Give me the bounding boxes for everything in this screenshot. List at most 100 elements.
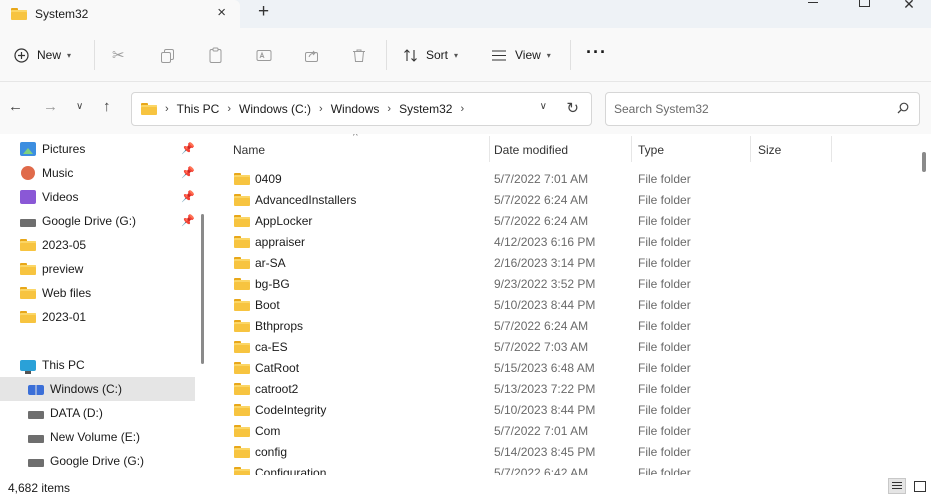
sidebar-item-windows-c[interactable]: Windows (C:) bbox=[0, 377, 195, 401]
maximize-button[interactable] bbox=[840, 0, 886, 10]
back-button[interactable]: ← bbox=[8, 97, 23, 117]
chevron-right-icon[interactable]: › bbox=[227, 103, 231, 115]
table-row[interactable]: CodeIntegrity 5/10/2023 8:44 PM File folde… bbox=[214, 399, 914, 420]
sort-button[interactable]: Sort ▾ bbox=[403, 28, 458, 82]
recent-locations-button[interactable]: ∨ bbox=[76, 97, 83, 117]
search-input[interactable] bbox=[614, 93, 884, 125]
type-cell: File folder bbox=[638, 297, 691, 312]
folder-icon bbox=[141, 103, 157, 115]
type-cell: File folder bbox=[638, 402, 691, 417]
chevron-right-icon[interactable]: › bbox=[165, 103, 169, 115]
status-bar: 4,682 items bbox=[0, 475, 931, 497]
pin-icon[interactable]: 📌 bbox=[181, 166, 195, 179]
column-divider[interactable] bbox=[750, 136, 751, 162]
column-divider[interactable] bbox=[831, 136, 832, 162]
search-icon[interactable] bbox=[897, 102, 909, 114]
breadcrumb-system32[interactable]: System32 bbox=[399, 102, 452, 116]
column-header-date-modified[interactable]: Date modified bbox=[494, 134, 629, 166]
sidebar-scrollbar[interactable] bbox=[201, 214, 204, 364]
sidebar-item-new-volume-e[interactable]: New Volume (E:) bbox=[0, 425, 195, 449]
up-button[interactable]: ↑ bbox=[103, 97, 111, 117]
file-name-cell: Boot bbox=[234, 294, 280, 315]
forward-button[interactable]: → bbox=[43, 97, 58, 117]
date-modified-cell: 5/10/2023 8:44 PM bbox=[494, 402, 596, 417]
rename-icon bbox=[256, 49, 272, 61]
table-row[interactable]: Com 5/7/2022 7:01 AM File folder bbox=[214, 420, 914, 441]
table-row[interactable]: CatRoot 5/15/2023 6:48 AM File folder bbox=[214, 357, 914, 378]
pin-icon[interactable]: 📌 bbox=[181, 190, 195, 203]
sidebar-item-google-drive[interactable]: Google Drive (G:) 📌 bbox=[0, 209, 195, 233]
new-tab-button[interactable]: + bbox=[258, 2, 269, 22]
breadcrumb-windows-c[interactable]: Windows (C:) bbox=[239, 102, 311, 116]
table-row[interactable]: appraiser 4/12/2023 6:16 PM File folder bbox=[214, 231, 914, 252]
column-header-size[interactable]: Size bbox=[758, 134, 828, 166]
table-row[interactable]: bg-BG 9/23/2022 3:52 PM File folder bbox=[214, 273, 914, 294]
folder-icon bbox=[234, 214, 250, 227]
cut-button[interactable]: ✂ bbox=[112, 28, 125, 82]
chevron-right-icon[interactable]: › bbox=[460, 103, 464, 115]
new-button[interactable]: New ▾ bbox=[14, 28, 71, 82]
file-name-cell: catroot2 bbox=[234, 378, 298, 399]
chevron-right-icon[interactable]: › bbox=[387, 103, 391, 115]
file-list-scrollbar[interactable] bbox=[922, 152, 926, 172]
column-header-name[interactable]: Name bbox=[233, 134, 489, 166]
sidebar-item-google-drive-g[interactable]: Google Drive (G:) bbox=[0, 449, 195, 473]
pin-icon[interactable]: 📌 bbox=[181, 214, 195, 227]
type-cell: File folder bbox=[638, 213, 691, 228]
minimize-button[interactable] bbox=[790, 0, 836, 10]
date-modified-cell: 2/16/2023 3:14 PM bbox=[494, 255, 596, 270]
address-bar[interactable]: › This PC › Windows (C:) › Windows › Sys… bbox=[131, 92, 592, 126]
folder-icon bbox=[11, 8, 27, 20]
table-row[interactable]: AppLocker 5/7/2022 6:24 AM File folder bbox=[214, 210, 914, 231]
sidebar-item-music[interactable]: Music 📌 bbox=[0, 161, 195, 185]
sidebar-item-preview[interactable]: preview bbox=[0, 257, 195, 281]
column-header-type[interactable]: Type bbox=[638, 134, 748, 166]
details-view-button[interactable] bbox=[888, 478, 906, 494]
file-name-cell: CodeIntegrity bbox=[234, 399, 326, 420]
table-row[interactable]: Boot 5/10/2023 8:44 PM File folder bbox=[214, 294, 914, 315]
sidebar-item-label: 2023-01 bbox=[42, 310, 87, 324]
close-tab-icon[interactable]: × bbox=[217, 5, 226, 21]
column-divider[interactable] bbox=[631, 136, 632, 162]
sidebar-item-2023-05[interactable]: 2023-05 bbox=[0, 233, 195, 257]
share-button[interactable] bbox=[304, 28, 319, 82]
chevron-right-icon[interactable]: › bbox=[319, 103, 323, 115]
rename-button[interactable] bbox=[256, 28, 272, 82]
paste-button[interactable] bbox=[208, 28, 223, 82]
breadcrumb-this-pc[interactable]: This PC bbox=[177, 102, 220, 116]
sidebar-item-videos[interactable]: Videos 📌 bbox=[0, 185, 195, 209]
refresh-icon[interactable]: ↻ bbox=[566, 99, 579, 117]
table-row[interactable]: catroot2 5/13/2023 7:22 PM File folder bbox=[214, 378, 914, 399]
navigation-pane: Pictures 📌 Music 📌 Videos 📌 Google Drive… bbox=[0, 134, 198, 475]
date-modified-cell: 5/14/2023 8:45 PM bbox=[494, 444, 596, 459]
search-box[interactable] bbox=[605, 92, 920, 126]
sidebar-item-web-files[interactable]: Web files bbox=[0, 281, 195, 305]
table-row[interactable]: Bthprops 5/7/2022 6:24 AM File folder bbox=[214, 315, 914, 336]
date-modified-cell: 5/7/2022 7:03 AM bbox=[494, 339, 589, 354]
sidebar-item-data-d[interactable]: DATA (D:) bbox=[0, 401, 195, 425]
sidebar-item-2023-01[interactable]: 2023-01 bbox=[0, 305, 195, 329]
sidebar-item-pictures[interactable]: Pictures 📌 bbox=[0, 137, 195, 161]
table-row[interactable]: ca-ES 5/7/2022 7:03 AM File folder bbox=[214, 336, 914, 357]
tab-system32[interactable]: System32 × bbox=[0, 0, 240, 28]
table-row[interactable]: config 5/14/2023 8:45 PM File folder bbox=[214, 441, 914, 462]
table-row[interactable]: AdvancedInstallers 5/7/2022 6:24 AM File f… bbox=[214, 189, 914, 210]
close-window-button[interactable]: ✕ bbox=[886, 0, 931, 11]
view-button[interactable]: View ▾ bbox=[491, 28, 551, 82]
large-icons-view-button[interactable] bbox=[910, 478, 928, 494]
table-row[interactable]: 0409 5/7/2022 7:01 AM File folder bbox=[214, 168, 914, 189]
more-options-button[interactable]: ··· bbox=[586, 42, 607, 63]
pin-icon[interactable]: 📌 bbox=[181, 142, 195, 155]
sidebar-item-this-pc[interactable]: This PC bbox=[0, 353, 195, 377]
table-row[interactable]: ar-SA 2/16/2023 3:14 PM File folder bbox=[214, 252, 914, 273]
breadcrumb-windows[interactable]: Windows bbox=[331, 102, 380, 116]
address-dropdown-icon[interactable]: ∨ bbox=[540, 101, 547, 112]
column-divider[interactable] bbox=[489, 136, 490, 162]
file-name-cell: AdvancedInstallers bbox=[234, 189, 356, 210]
sidebar-item-label: DATA (D:) bbox=[50, 406, 103, 420]
delete-button[interactable] bbox=[352, 28, 366, 82]
folder-icon bbox=[234, 298, 250, 311]
copy-button[interactable] bbox=[160, 28, 175, 82]
file-name: Boot bbox=[255, 297, 280, 312]
table-row[interactable]: Configuration 5/7/2022 6:42 AM File folder bbox=[214, 462, 914, 475]
